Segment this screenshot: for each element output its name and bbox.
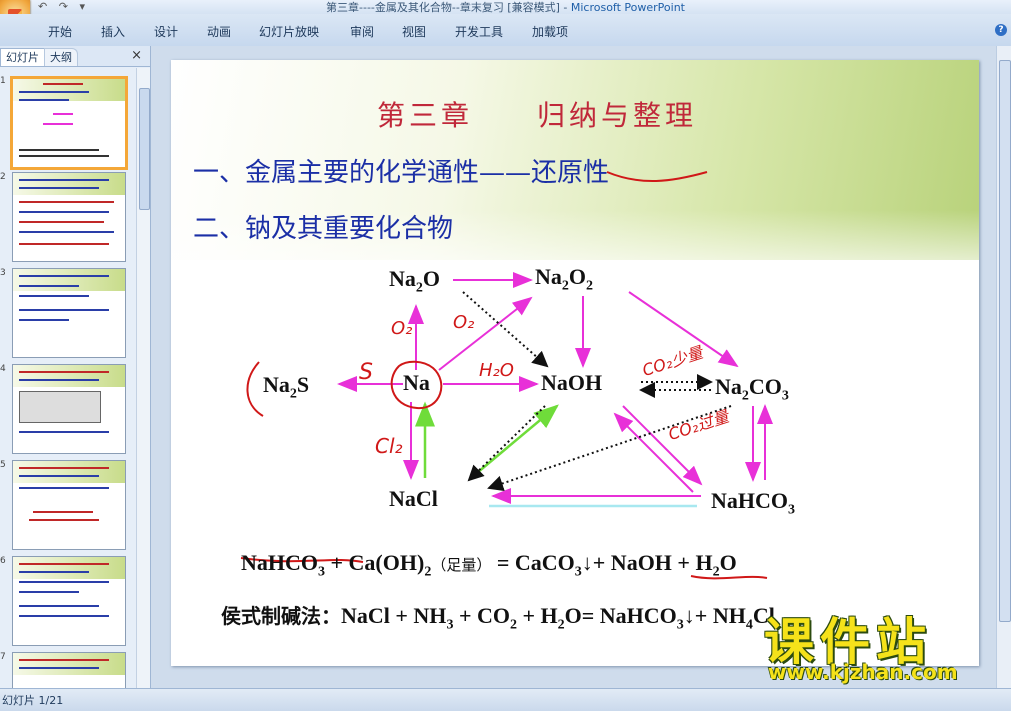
slide-counter: 幻灯片 1/21 — [2, 694, 64, 707]
node-nacl: NaCl — [389, 486, 438, 511]
tab-review[interactable]: 审阅 — [350, 23, 374, 40]
node-na2o: Na2O — [389, 266, 441, 296]
tab-view[interactable]: 视图 — [402, 23, 426, 40]
tab-slides[interactable]: 幻灯片 — [0, 48, 45, 66]
heading-metal-properties: 一、金属主要的化学通性——还原性 — [193, 158, 610, 188]
thumbnail-number: 6 — [0, 556, 6, 566]
thumbnail-number: 7 — [0, 652, 6, 662]
thumbnail-number: 5 — [0, 460, 6, 470]
arrow-nacl-naoh — [470, 404, 559, 479]
arrow-na2o-naoh — [462, 291, 549, 368]
arrow-naoh-nacl — [467, 405, 546, 482]
redo-icon[interactable]: ↷ — [59, 0, 68, 13]
watermark-logo: 课件站 www.kjzhan.com — [756, 602, 996, 694]
slides-panel: 幻灯片 大纲 × 1 2 3 4 5 6 7 — [0, 46, 151, 688]
tab-animation[interactable]: 动画 — [207, 23, 231, 40]
ribbon: 开始 插入 设计 动画 幻灯片放映 审阅 视图 开发工具 加载项 — [0, 14, 1011, 47]
qat-more-icon[interactable]: ▾ — [79, 0, 85, 13]
thumbnail-number: 3 — [0, 268, 6, 278]
thumbnail-scrollbar[interactable] — [136, 68, 150, 688]
annotation-o2: O₂ — [453, 312, 475, 333]
slide-thumbnail[interactable] — [12, 172, 126, 262]
scrollbar-thumb[interactable] — [139, 88, 150, 210]
thumbnail-number: 1 — [0, 76, 6, 86]
panel-tabs: 幻灯片 大纲 × — [0, 46, 150, 67]
help-icon[interactable]: ? — [995, 24, 1007, 36]
slide-thumbnails: 1 2 3 4 5 6 7 — [0, 68, 136, 688]
annotation-o2: O₂ — [391, 318, 413, 339]
slide-scrollbar[interactable] — [996, 46, 1011, 688]
node-na2s: Na2S — [263, 372, 310, 402]
slide-thumbnail[interactable] — [10, 76, 128, 170]
title-bar: 第三章----金属及其化合物--章末复习 [兼容模式] - Microsoft … — [0, 0, 1011, 14]
annotation-h2o: H₂O — [479, 360, 514, 381]
tab-home[interactable]: 开始 — [48, 23, 72, 40]
heading-sodium-compounds: 二、钠及其重要化合物 — [193, 214, 454, 244]
slide-canvas[interactable]: 第三章 归纳与整理 一、金属主要的化学通性——还原性 二、钠及其重要化合物 Na… — [171, 60, 979, 666]
node-na2o2: Na2O2 — [535, 264, 594, 294]
handwritten-paren-left — [246, 361, 264, 417]
thumbnail-number: 4 — [0, 364, 6, 374]
close-icon[interactable]: × — [131, 48, 142, 63]
slide-thumbnail[interactable] — [12, 652, 126, 688]
annotation-s: S — [359, 360, 373, 385]
slide-thumbnail[interactable] — [12, 268, 126, 358]
annotation-cl2: Cl₂ — [375, 434, 403, 458]
window-title: 第三章----金属及其化合物--章末复习 [兼容模式] - Microsoft … — [326, 1, 685, 14]
watermark-url: www.kjzhan.com — [768, 660, 958, 684]
node-naoh: NaOH — [541, 370, 603, 395]
undo-icon[interactable]: ↶ — [38, 0, 47, 13]
equation-nahco3-caoh2: NaHCO3 + Ca(OH)2（足量） = CaCO3↓+ NaOH + H2… — [241, 550, 737, 580]
equation-hou-process: 侯式制碱法：NaCl + NH3 + CO2 + H2O= NaHCO3↓+ N… — [221, 603, 775, 633]
tab-slideshow[interactable]: 幻灯片放映 — [259, 23, 319, 40]
tab-design[interactable]: 设计 — [154, 23, 178, 40]
node-na: Na — [403, 370, 430, 395]
node-na2co3: Na2CO3 — [715, 374, 789, 404]
thumbnail-number: 2 — [0, 172, 6, 182]
scrollbar-thumb[interactable] — [999, 60, 1011, 622]
tab-outline[interactable]: 大纲 — [44, 48, 78, 66]
tab-insert[interactable]: 插入 — [101, 23, 125, 40]
tab-developer[interactable]: 开发工具 — [455, 23, 503, 40]
slide-editor: 第三章 归纳与整理 一、金属主要的化学通性——还原性 二、钠及其重要化合物 Na… — [151, 46, 996, 688]
slide-thumbnail[interactable] — [12, 364, 126, 454]
tab-addins[interactable]: 加载项 — [532, 23, 568, 40]
quick-access-toolbar: ↶ ↷ ▾ — [38, 0, 93, 14]
node-nahco3: NaHCO3 — [711, 488, 795, 518]
slide-thumbnail[interactable] — [12, 556, 126, 646]
handwritten-underline — [606, 171, 708, 183]
chapter-title: 第三章 归纳与整理 — [377, 99, 698, 132]
slide-thumbnail[interactable] — [12, 460, 126, 550]
